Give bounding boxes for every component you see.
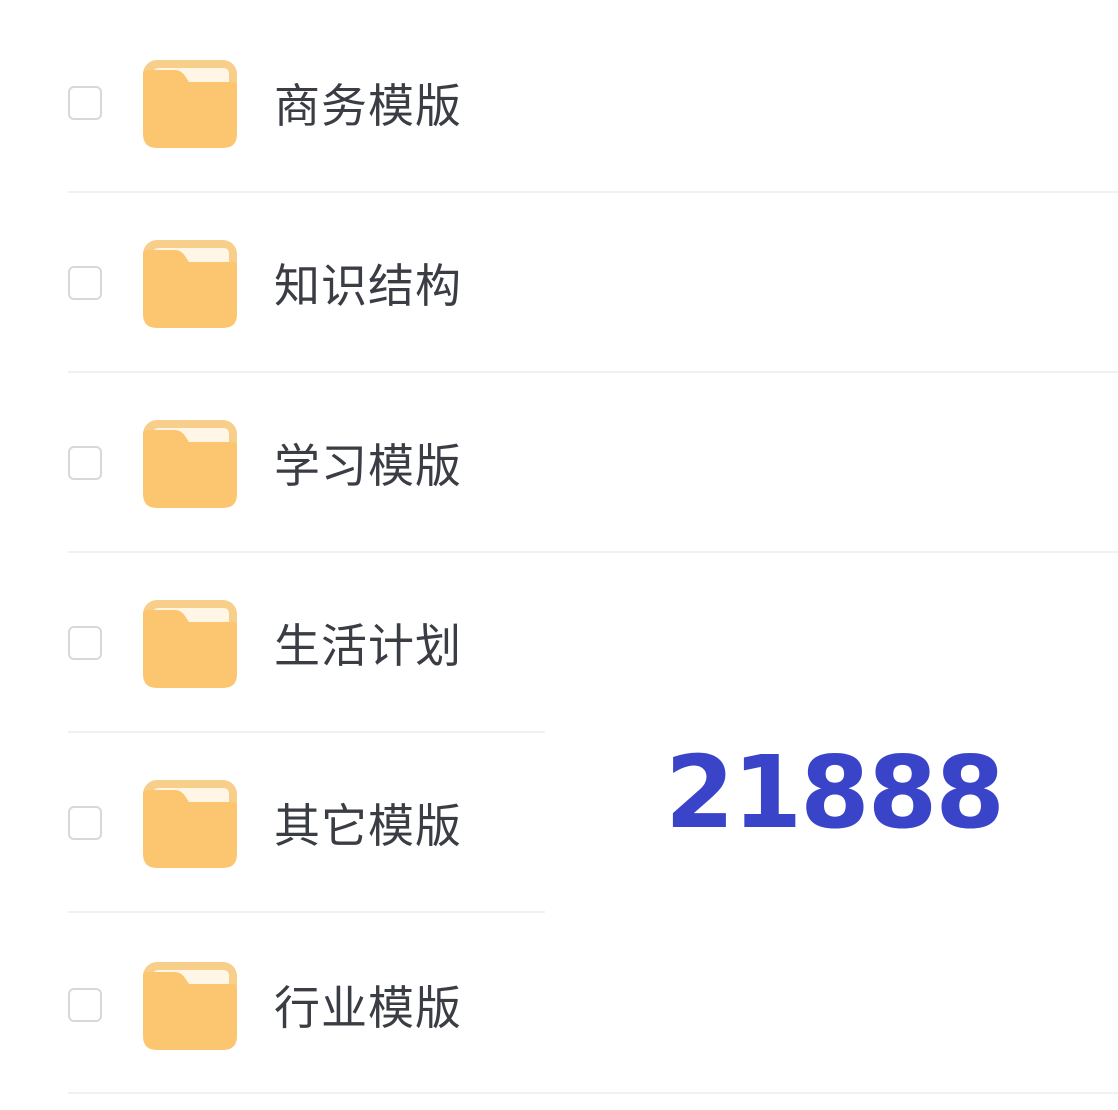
file-list: 商务模版 知识结构 学习模版 生活计划 其它模版 行业模版 <box>0 0 1118 1110</box>
list-item[interactable]: 行业模版 <box>0 914 1118 1094</box>
folder-icon <box>143 962 237 1050</box>
row-checkbox[interactable] <box>68 266 102 300</box>
folder-icon <box>143 60 237 148</box>
folder-icon <box>143 780 237 868</box>
folder-icon <box>143 240 237 328</box>
row-checkbox[interactable] <box>68 988 102 1022</box>
row-checkbox[interactable] <box>68 446 102 480</box>
list-item[interactable]: 知识结构 <box>0 194 1118 374</box>
list-item[interactable]: 商务模版 <box>0 14 1118 194</box>
row-divider <box>68 371 1118 373</box>
folder-name[interactable]: 商务模版 <box>274 78 462 134</box>
folder-icon <box>143 600 237 688</box>
folder-name[interactable]: 学习模版 <box>274 438 462 494</box>
folder-name[interactable]: 生活计划 <box>274 618 462 674</box>
row-checkbox[interactable] <box>68 806 102 840</box>
row-divider <box>68 1092 1118 1094</box>
folder-name[interactable]: 知识结构 <box>274 258 462 314</box>
list-item[interactable]: 学习模版 <box>0 374 1118 554</box>
row-divider <box>68 191 1118 193</box>
overlay-number: 21888 <box>665 734 1005 851</box>
folder-name[interactable]: 其它模版 <box>274 798 462 854</box>
row-divider <box>68 551 1118 553</box>
list-item[interactable]: 生活计划 <box>0 554 1118 734</box>
folder-name[interactable]: 行业模版 <box>274 980 462 1036</box>
folder-icon <box>143 420 237 508</box>
row-checkbox[interactable] <box>68 86 102 120</box>
row-checkbox[interactable] <box>68 626 102 660</box>
